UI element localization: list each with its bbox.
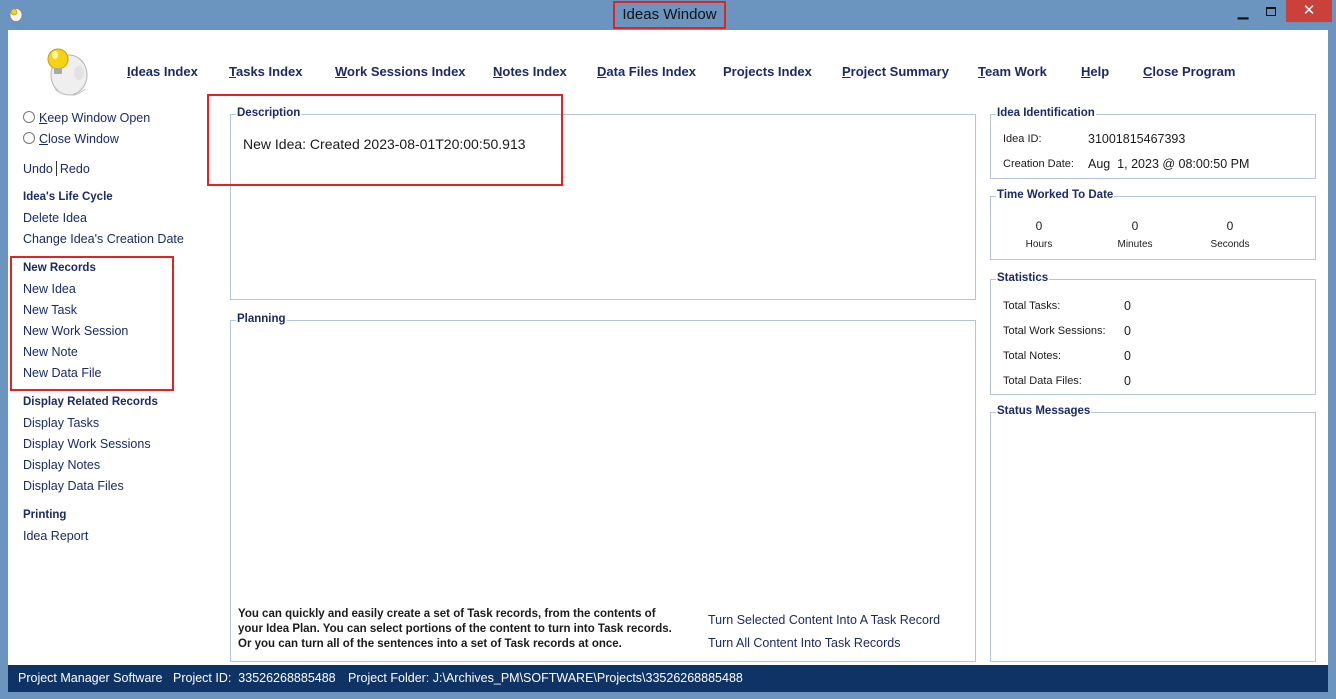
stat-label: Total Tasks: [1003, 300, 1061, 312]
status-app-name: Project Manager Software [18, 671, 163, 685]
title-bar: Ideas Window ▁ ✕ [0, 0, 1336, 30]
nav-close-program[interactable]: Close Program [1143, 64, 1235, 79]
undo-redo: Undo Redo [23, 161, 90, 176]
delete-idea-link[interactable]: Delete Idea [23, 211, 87, 225]
related-records-heading: Display Related Records [23, 396, 158, 408]
redo-link[interactable]: Redo [60, 162, 90, 176]
lightbulb-app-icon[interactable] [8, 6, 24, 22]
display-work-sessions-link[interactable]: Display Work Sessions [23, 437, 151, 451]
close-icon: ✕ [1302, 2, 1316, 19]
nav-projects-index[interactable]: Projects Index [723, 64, 812, 79]
nav-help[interactable]: Help [1081, 64, 1109, 79]
time-worked-label: Time Worked To Date [996, 189, 1115, 201]
stat-label: Total Notes: [1003, 350, 1062, 362]
close-window-radio[interactable]: Close Window [23, 132, 119, 146]
minimize-button[interactable]: ▁ [1228, 0, 1258, 22]
nav-team-work[interactable]: Team Work [978, 64, 1047, 79]
radio-icon [23, 132, 35, 144]
statistics-group: Statistics Total Tasks: 0 Total Work Ses… [990, 272, 1316, 395]
display-data-files-link[interactable]: Display Data Files [23, 479, 124, 493]
turn-selected-into-task-link[interactable]: Turn Selected Content Into A Task Record [708, 613, 940, 627]
help-line: your Idea Plan. You can select portions … [238, 623, 672, 635]
client-area: Ideas Index Tasks Index Work Sessions In… [8, 30, 1328, 665]
display-notes-link[interactable]: Display Notes [23, 458, 100, 472]
planning-label: Planning [236, 313, 287, 325]
seconds-value: 0 [1226, 219, 1234, 233]
nav-data-files-index[interactable]: Data Files Index [597, 64, 696, 79]
hours-value: 0 [1035, 219, 1043, 233]
undo-link[interactable]: Undo [23, 162, 53, 176]
maximize-button[interactable] [1256, 0, 1286, 22]
minutes-value: 0 [1131, 219, 1139, 233]
change-creation-date-link[interactable]: Change Idea's Creation Date [23, 232, 184, 246]
status-bar: Project Manager Software Project ID: 335… [8, 665, 1328, 692]
status-messages-label: Status Messages [996, 405, 1092, 417]
creation-date-value: Aug 1, 2023 @ 08:00:50 PM [1088, 157, 1250, 171]
stat-value: 0 [1124, 349, 1131, 363]
stat-value: 0 [1124, 299, 1131, 313]
statistics-label: Statistics [996, 272, 1050, 284]
planning-group: Planning You can quickly and easily crea… [230, 313, 976, 662]
identification-label: Idea Identification [996, 107, 1096, 119]
status-messages-group: Status Messages [990, 405, 1316, 662]
printing-heading: Printing [23, 509, 67, 521]
time-worked-group: Time Worked To Date 0 Hours 0 Minutes 0 … [990, 189, 1316, 260]
nav-tasks-index[interactable]: Tasks Index [229, 64, 302, 79]
creation-date-label: Creation Date: [1003, 158, 1074, 170]
window-title: Ideas Window [613, 1, 726, 29]
idea-id-value: 31001815467393 [1088, 132, 1186, 146]
stat-label: Total Work Sessions: [1003, 325, 1106, 337]
status-project-id: Project ID: 33526268885488 [173, 671, 336, 685]
stat-value: 0 [1124, 374, 1131, 388]
idea-report-link[interactable]: Idea Report [23, 529, 88, 543]
radio-icon [23, 111, 35, 123]
minutes-label: Minutes [1117, 239, 1153, 250]
help-line: You can quickly and easily create a set … [238, 608, 656, 620]
status-project-folder: Project Folder: J:\Archives_PM\SOFTWARE\… [348, 671, 743, 685]
display-tasks-link[interactable]: Display Tasks [23, 416, 99, 430]
divider [55, 161, 57, 176]
nav-project-summary[interactable]: Project Summary [842, 64, 949, 79]
nav-notes-index[interactable]: Notes Index [493, 64, 567, 79]
stat-label: Total Data Files: [1003, 375, 1082, 387]
help-line: Or you can turn all of the sentences int… [238, 638, 622, 650]
idea-head-logo [47, 48, 88, 96]
highlight-new-records [10, 256, 174, 391]
nav-work-sessions-index[interactable]: Work Sessions Index [335, 64, 466, 79]
seconds-label: Seconds [1210, 239, 1250, 250]
close-button[interactable]: ✕ [1286, 0, 1332, 22]
keep-window-open-radio[interactable]: Keep Window Open [23, 111, 150, 125]
hours-label: Hours [1025, 239, 1053, 250]
identification-group: Idea Identification Idea ID: 31001815467… [990, 107, 1316, 179]
highlight-description [207, 94, 563, 186]
idea-id-label: Idea ID: [1003, 133, 1042, 145]
life-cycle-heading: Idea's Life Cycle [23, 191, 113, 203]
turn-all-into-tasks-link[interactable]: Turn All Content Into Task Records [708, 636, 900, 650]
planning-help-text: You can quickly and easily create a set … [238, 607, 698, 652]
nav-ideas-index[interactable]: Ideas Index [127, 64, 198, 79]
stat-value: 0 [1124, 324, 1131, 338]
minimize-icon: ▁ [1237, 3, 1249, 19]
maximize-icon [1266, 7, 1276, 16]
